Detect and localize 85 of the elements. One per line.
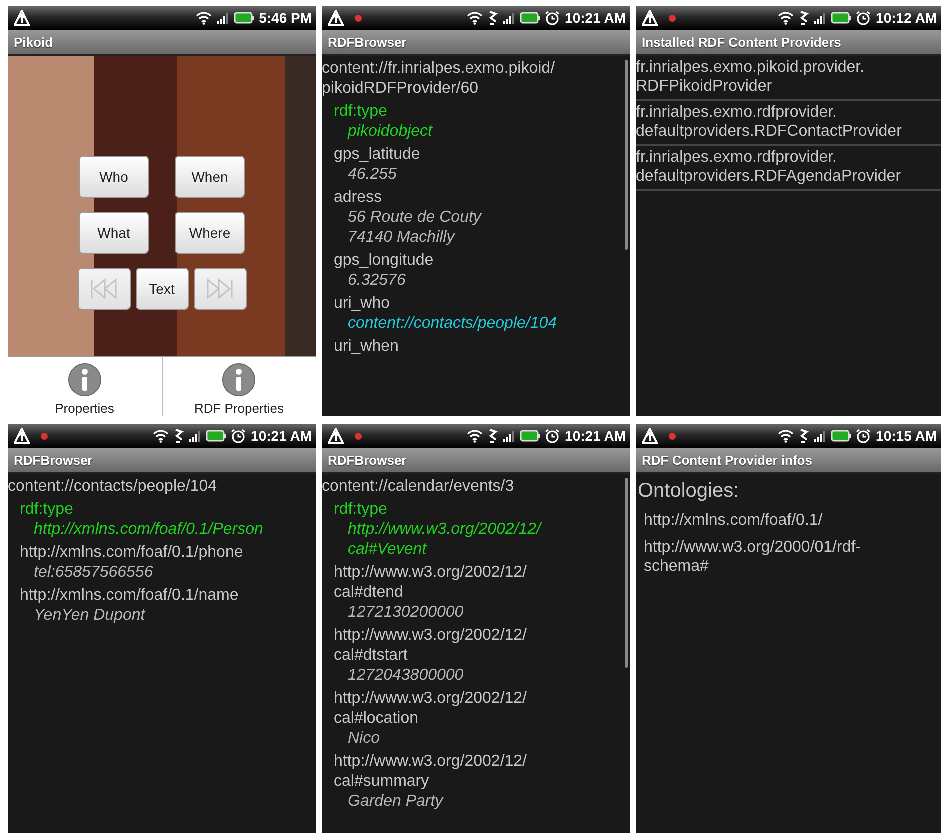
info-icon xyxy=(68,363,102,397)
properties-tab[interactable]: RDF Properties xyxy=(162,356,316,416)
triangle-icon xyxy=(14,10,30,26)
signal-icon xyxy=(189,430,202,442)
app-title: Installed RDF Content Providers xyxy=(642,34,842,50)
property-value: pikoidobject xyxy=(346,122,434,142)
battery-icon xyxy=(520,12,540,24)
status-time: 10:15 AM xyxy=(876,428,937,444)
property-value[interactable]: content://contacts/people/104 xyxy=(322,314,630,334)
property-name: gps_latitude xyxy=(333,145,422,165)
property-name: gps_longitude xyxy=(333,251,435,271)
property-value: 1272130200000 xyxy=(347,603,465,623)
app-title: RDFBrowser xyxy=(14,452,93,468)
status-time: 10:12 AM xyxy=(876,10,937,26)
triangle-icon xyxy=(642,428,658,444)
property-name: uri_when xyxy=(333,337,400,357)
provider-item[interactable]: fr.inrialpes.exmo.rdfprovider. defaultproviders.RDFContactProvider xyxy=(636,101,941,146)
status-time: 10:21 AM xyxy=(251,428,312,444)
tag-button[interactable]: Where xyxy=(175,212,245,254)
property-name: adress xyxy=(333,188,384,208)
wifi-icon xyxy=(467,429,484,443)
property-value: http://www.w3.org/2002/12/ cal#Vevent xyxy=(347,520,544,560)
property-name: http://www.w3.org/2002/12/ cal#location xyxy=(333,689,528,729)
tag-button[interactable]: What xyxy=(79,212,149,254)
scrollbar[interactable] xyxy=(625,478,628,668)
tag-button[interactable]: Who xyxy=(79,156,149,198)
battery-icon xyxy=(831,430,852,442)
triangle-icon xyxy=(642,10,658,26)
property-name: http://www.w3.org/2002/12/ cal#summary xyxy=(333,752,528,792)
signal-icon xyxy=(503,430,516,442)
wifi-icon xyxy=(196,11,212,25)
property-name: http://xmlns.com/foaf/0.1/name xyxy=(19,586,240,606)
status-time: 10:21 AM xyxy=(565,428,626,444)
app-title: RDFBrowser xyxy=(328,452,407,468)
property-name: rdf:type xyxy=(333,500,388,520)
wifi-icon xyxy=(153,429,170,443)
provider-item[interactable]: fr.inrialpes.exmo.pikoid.provider. RDFPikoidProvider xyxy=(636,56,941,101)
resource-uri: content://contacts/people/104 xyxy=(8,477,218,497)
wifi-icon xyxy=(467,11,484,25)
tag-button[interactable]: When xyxy=(175,156,245,198)
provider-item[interactable]: fr.inrialpes.exmo.rdfprovider. defaultproviders.RDFAgendaProvider xyxy=(636,146,941,191)
signal-icon xyxy=(503,12,516,24)
resource-uri: content://calendar/events/3 xyxy=(322,477,516,497)
resource-uri: content://fr.inrialpes.exmo.pikoid/ pikoidRDFProvider/60 xyxy=(322,59,556,99)
battery-icon xyxy=(831,12,852,24)
property-value: YenYen Dupont xyxy=(33,606,147,626)
battery-icon xyxy=(520,430,540,442)
property-value: tel:65857566556 xyxy=(33,563,154,583)
property-value: 46.255 xyxy=(347,165,398,185)
property-name: http://www.w3.org/2002/12/ cal#dtstart xyxy=(333,626,528,666)
property-name: rdf:type xyxy=(19,500,74,520)
info-icon xyxy=(222,363,256,397)
property-value: Nico xyxy=(347,729,382,749)
triangle-icon xyxy=(14,428,30,444)
property-name: http://xmlns.com/foaf/0.1/phone xyxy=(19,543,244,563)
battery-icon xyxy=(206,430,226,442)
triangle-icon xyxy=(328,10,344,26)
text-button[interactable]: Text xyxy=(136,268,188,310)
skip-forward-icon xyxy=(205,278,235,300)
property-name: rdf:type xyxy=(333,102,388,122)
signal-icon xyxy=(814,12,826,24)
ontologies-heading: Ontologies: xyxy=(637,479,740,504)
wifi-icon xyxy=(778,11,794,25)
signal-icon xyxy=(814,430,826,442)
signal-icon xyxy=(217,12,230,24)
property-name: http://www.w3.org/2002/12/ cal#dtend xyxy=(333,563,528,603)
app-title: Pikoid xyxy=(14,34,54,50)
ontology-uri: http://xmlns.com/foaf/0.1/ xyxy=(643,511,824,531)
ontology-uri: http://www.w3.org/2000/01/rdf- schema# xyxy=(643,538,862,577)
property-value: 56 Route de Couty 74140 Machilly xyxy=(347,208,483,248)
property-value: http://xmlns.com/foaf/0.1/Person xyxy=(33,520,264,540)
app-title: RDFBrowser xyxy=(328,34,407,50)
property-name: uri_who xyxy=(333,294,392,314)
triangle-icon xyxy=(328,428,344,444)
property-value: 6.32576 xyxy=(347,271,407,291)
status-time: 10:21 AM xyxy=(565,10,626,26)
scrollbar[interactable] xyxy=(625,60,628,250)
property-value: 1272043800000 xyxy=(347,666,465,686)
status-time: 5:46 PM xyxy=(259,10,312,26)
app-title: RDF Content Provider infos xyxy=(642,452,812,468)
wifi-icon xyxy=(778,429,794,443)
properties-tab[interactable]: Properties xyxy=(8,356,162,416)
skip-back-icon xyxy=(89,278,119,300)
battery-icon xyxy=(234,12,254,24)
property-value: Garden Party xyxy=(347,792,445,812)
